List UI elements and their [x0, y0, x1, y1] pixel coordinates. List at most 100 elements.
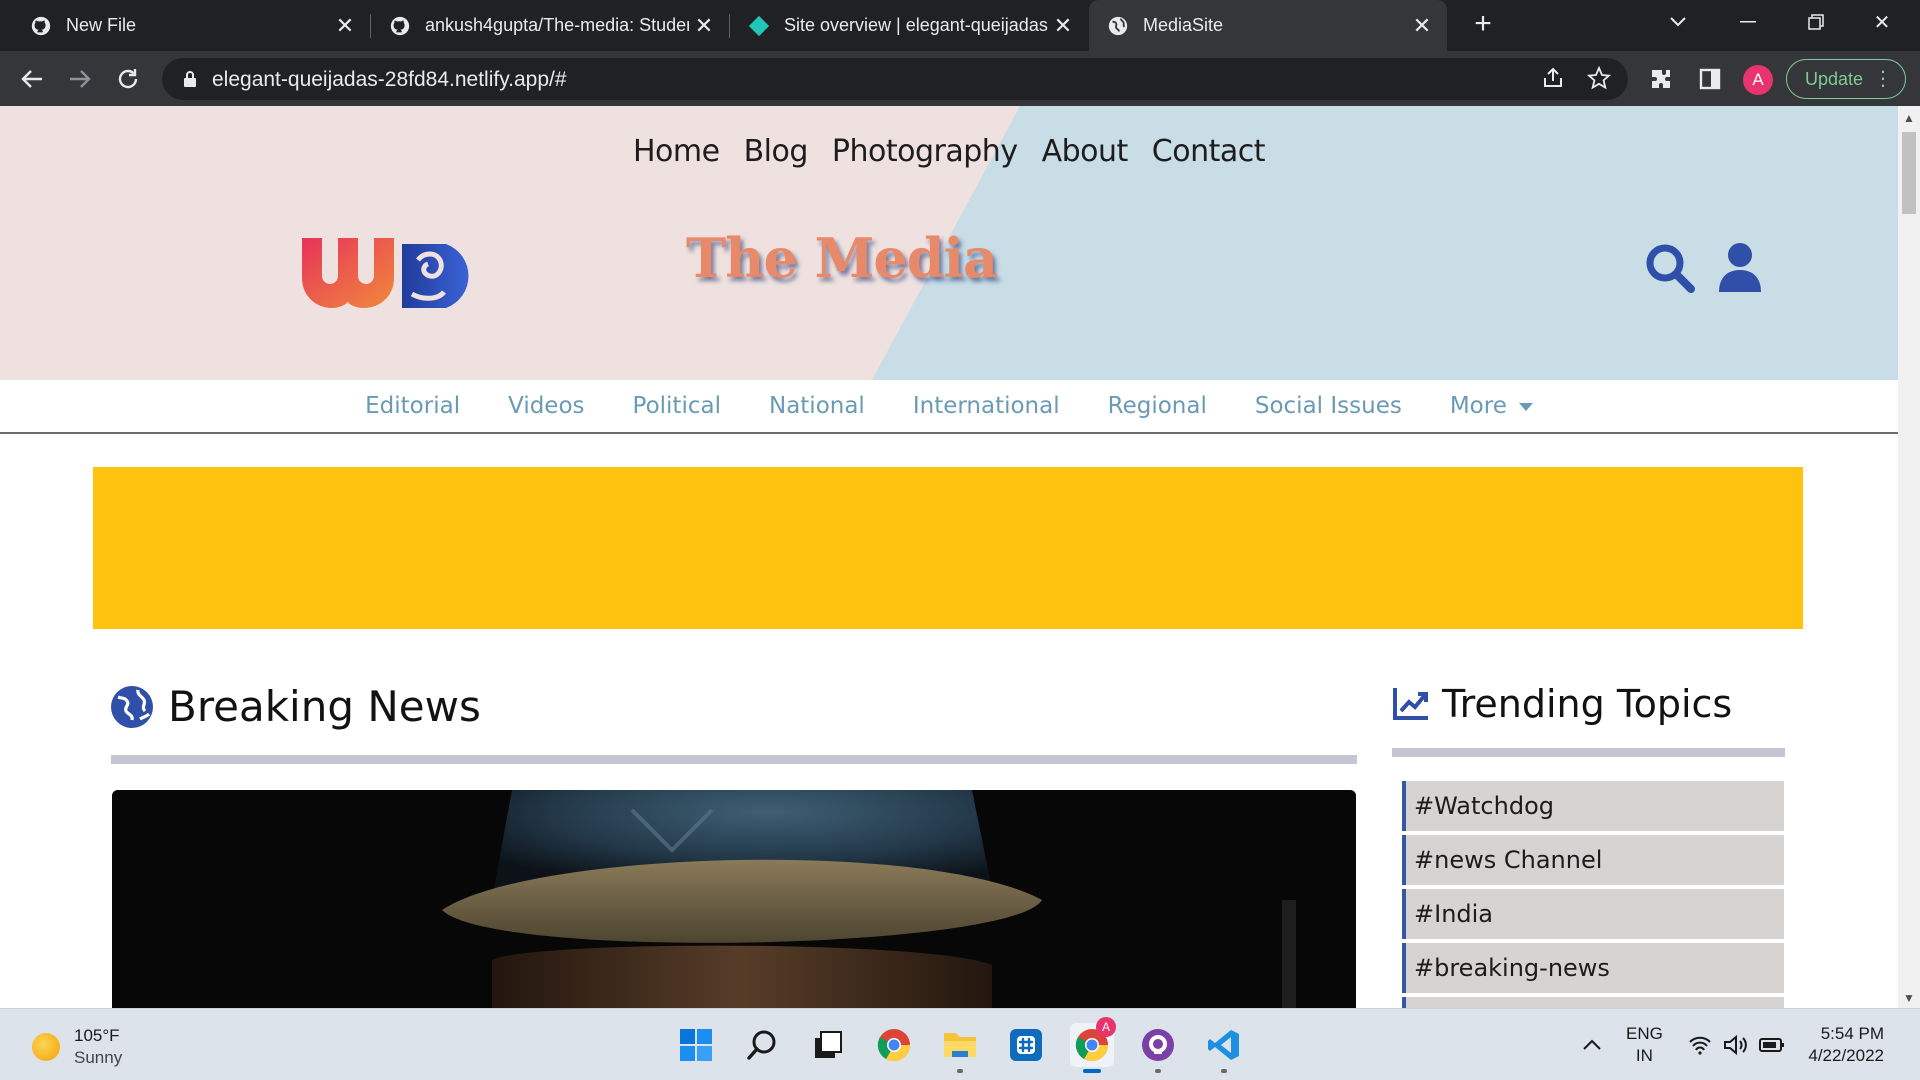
trending-topics-title: Trending Topics: [1442, 682, 1733, 726]
category-navigation: Editorial Videos Political National Inte…: [0, 380, 1898, 434]
close-tab-icon[interactable]: ✕: [1407, 13, 1437, 39]
language-indicator[interactable]: ENG IN: [1626, 1023, 1663, 1067]
chevron-up-icon[interactable]: [1570, 1023, 1614, 1067]
bookmark-star-icon[interactable]: [1586, 65, 1612, 92]
globe-icon: [111, 685, 153, 728]
close-tab-icon[interactable]: ✕: [689, 13, 719, 39]
ad-banner: [93, 467, 1803, 629]
trending-topic-item[interactable]: #breaking-news: [1402, 943, 1784, 993]
nav-blog[interactable]: Blog: [732, 134, 820, 169]
lock-icon: [184, 71, 196, 87]
chrome-profile-icon[interactable]: A: [1070, 1017, 1116, 1073]
breaking-news-heading: Breaking News: [110, 682, 481, 731]
tab-title: MediaSite: [1143, 15, 1224, 35]
active-indicator: [1083, 1069, 1101, 1073]
restore-icon[interactable]: [1786, 0, 1846, 44]
side-panel-icon[interactable]: [1695, 64, 1725, 94]
close-window-icon[interactable]: ✕: [1852, 0, 1912, 44]
news-photo: [112, 790, 1356, 1030]
close-tab-icon[interactable]: ✕: [330, 13, 360, 39]
trending-topics-heading: Trending Topics: [1392, 682, 1732, 726]
close-tab-icon[interactable]: ✕: [1048, 13, 1078, 39]
battery-icon[interactable]: [1750, 1023, 1794, 1067]
minimize-icon[interactable]: [1718, 0, 1778, 44]
site-header-hero: Home Blog Photography About Contact The: [0, 106, 1898, 380]
clock-date: 4/22/2022: [1808, 1046, 1884, 1065]
more-dropdown[interactable]: More: [1450, 393, 1533, 419]
category-international[interactable]: International: [913, 393, 1060, 419]
running-indicator: [1155, 1069, 1161, 1073]
address-bar[interactable]: elegant-queijadas-28fd84.netlify.app/#: [162, 58, 1628, 100]
breaking-news-divider: [111, 755, 1357, 764]
category-regional[interactable]: Regional: [1108, 393, 1207, 419]
netlify-icon: [748, 15, 770, 37]
browser-toolbar: elegant-queijadas-28fd84.netlify.app/# A…: [0, 51, 1920, 106]
search-icon[interactable]: [740, 1023, 784, 1067]
nav-home[interactable]: Home: [621, 134, 732, 169]
file-explorer-icon[interactable]: [938, 1023, 982, 1073]
github-icon: [389, 15, 411, 37]
tab-new-file[interactable]: New File ✕: [0, 0, 371, 51]
running-indicator: [957, 1069, 963, 1073]
nav-contact[interactable]: Contact: [1140, 134, 1277, 169]
update-button[interactable]: Update ⋮: [1786, 59, 1906, 99]
windows-start-icon[interactable]: [674, 1023, 718, 1067]
update-label: Update: [1805, 68, 1864, 89]
weather-widget[interactable]: 105°F Sunny: [32, 1025, 122, 1069]
tab-title: Site overview | elegant-queijadas: [784, 15, 1048, 35]
extensions-puzzle-icon[interactable]: [1646, 64, 1676, 94]
browser-tab-strip: New File ✕ ankush4gupta/The-media: Stude…: [0, 0, 1920, 51]
tab-title: New File: [66, 15, 137, 35]
scroll-down-arrow-icon[interactable]: ▼: [1898, 988, 1920, 1008]
site-logo[interactable]: [300, 224, 500, 314]
tab-search-chevron-icon[interactable]: [1648, 0, 1708, 44]
trending-topic-item[interactable]: #India: [1402, 889, 1784, 939]
category-social-issues[interactable]: Social Issues: [1255, 393, 1402, 419]
top-navigation: Home Blog Photography About Contact: [0, 134, 1898, 169]
github-icon: [30, 15, 52, 37]
search-icon[interactable]: [1640, 238, 1700, 298]
url-text: elegant-queijadas-28fd84.netlify.app/#: [212, 68, 567, 91]
scroll-up-arrow-icon[interactable]: ▲: [1898, 108, 1920, 128]
caret-down-icon: [1518, 402, 1533, 411]
reload-icon[interactable]: [110, 61, 146, 97]
category-political[interactable]: Political: [633, 393, 721, 419]
windows-taskbar: 105°F Sunny A ENG IN 5:54 PM 4/22/2022: [0, 1008, 1920, 1080]
back-arrow-icon[interactable]: [14, 61, 50, 97]
breaking-news-title: Breaking News: [168, 682, 481, 731]
chrome-icon[interactable]: [872, 1023, 916, 1067]
more-dots-icon: ⋮: [1873, 68, 1893, 90]
profile-avatar[interactable]: A: [1743, 65, 1773, 95]
tab-github-repo[interactable]: ankush4gupta/The-media: Student ✕: [371, 0, 730, 51]
scrollbar-thumb[interactable]: [1902, 132, 1916, 214]
trending-topics-list: #Watchdog #news Channel #India #breaking…: [1402, 781, 1784, 1015]
nav-about[interactable]: About: [1030, 134, 1140, 169]
slack-icon[interactable]: [1004, 1023, 1048, 1067]
trending-topic-item[interactable]: #news Channel: [1402, 835, 1784, 885]
new-tab-button[interactable]: +: [1466, 8, 1500, 42]
tab-mediasite[interactable]: MediaSite ✕: [1089, 0, 1447, 51]
user-account-icon[interactable]: [1710, 238, 1770, 298]
clock-time: 5:54 PM: [1820, 1024, 1884, 1043]
trending-topic-item[interactable]: #Watchdog: [1402, 781, 1784, 831]
github-desktop-icon[interactable]: [1136, 1023, 1180, 1073]
system-clock[interactable]: 5:54 PM 4/22/2022: [1800, 1023, 1884, 1067]
more-label: More: [1449, 393, 1507, 419]
breaking-news-image[interactable]: [112, 790, 1356, 1030]
category-videos[interactable]: Videos: [508, 393, 584, 419]
language-code: ENG: [1626, 1024, 1663, 1043]
vscode-icon[interactable]: [1202, 1023, 1246, 1073]
category-editorial[interactable]: Editorial: [365, 393, 460, 419]
tab-netlify-overview[interactable]: Site overview | elegant-queijadas ✕: [730, 0, 1088, 51]
site-brand-title: The Media: [686, 226, 998, 290]
profile-badge: A: [1096, 1017, 1116, 1037]
forward-arrow-icon[interactable]: [62, 61, 98, 97]
page-scrollbar[interactable]: ▲ ▼: [1898, 106, 1920, 1008]
tab-title: ankush4gupta/The-media: Student: [425, 15, 689, 35]
task-view-icon[interactable]: [806, 1023, 850, 1067]
weather-description: Sunny: [74, 1048, 123, 1067]
share-icon[interactable]: [1540, 66, 1566, 92]
nav-photography[interactable]: Photography: [820, 134, 1030, 169]
weather-temperature: 105°F: [74, 1026, 120, 1045]
category-national[interactable]: National: [769, 393, 865, 419]
